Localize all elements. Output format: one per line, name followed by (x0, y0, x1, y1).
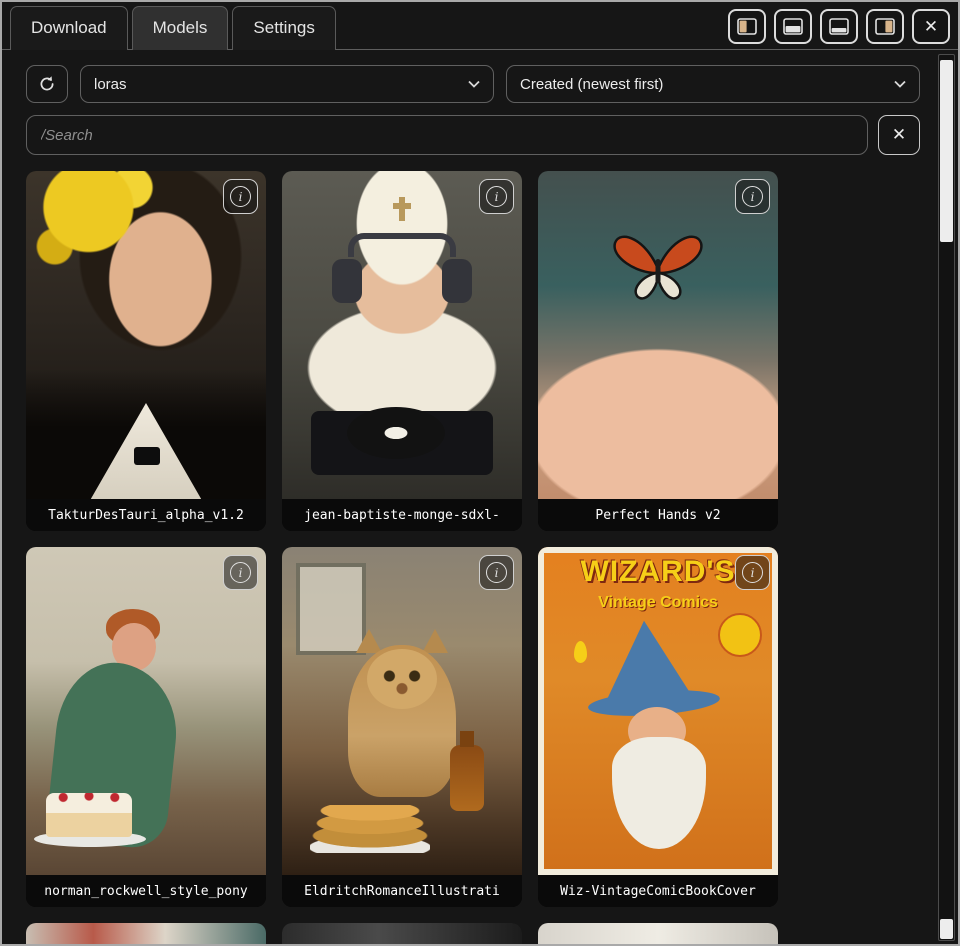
info-button[interactable]: i (735, 179, 770, 214)
model-grid: i TakturDesTauri_alpha_v1.2 i (26, 171, 942, 944)
model-name: norman_rockwell_style_pony (26, 875, 266, 907)
info-icon: i (486, 562, 507, 583)
chevron-down-icon (894, 80, 906, 88)
bow-graphic (134, 447, 160, 465)
model-thumbnail[interactable]: i (26, 547, 266, 875)
match-flame-graphic (574, 641, 587, 663)
model-name: TakturDesTauri_alpha_v1.2 (26, 499, 266, 531)
cat-ear-graphic (422, 629, 448, 653)
model-card[interactable]: WIZARD'S Vintage Comics i Wiz-VintageCom… (538, 547, 778, 907)
cat-ear-graphic (356, 629, 382, 653)
model-type-value: loras (94, 76, 127, 93)
model-card[interactable]: i TakturDesTauri_alpha_v1.2 (26, 171, 266, 531)
tab-bar: Download Models Settings (2, 2, 958, 50)
scrollbar-thumb-bottom[interactable] (940, 919, 953, 939)
scrollbar[interactable] (938, 54, 955, 941)
pancakes-graphic (310, 805, 430, 853)
close-button[interactable]: ✕ (912, 9, 950, 44)
model-name: Perfect Hands v2 (538, 499, 778, 531)
model-thumbnail[interactable]: i (282, 171, 522, 499)
clear-search-button[interactable]: ✕ (878, 115, 920, 155)
close-icon: ✕ (924, 18, 938, 35)
comic-badge-graphic (718, 613, 762, 657)
sort-value: Created (newest first) (520, 76, 663, 93)
chevron-down-icon (468, 80, 480, 88)
headphones-graphic (348, 233, 456, 257)
model-browser-window: Download Models Settings (0, 0, 960, 946)
scrollbar-thumb[interactable] (940, 60, 953, 242)
model-card[interactable]: i Perfect Hands v2 (538, 171, 778, 531)
model-thumbnail[interactable]: i (538, 171, 778, 499)
toolbar: loras Created (newest first) (26, 65, 920, 103)
info-button[interactable]: i (479, 555, 514, 590)
info-button[interactable]: i (223, 555, 258, 590)
dock-bottom-button[interactable] (774, 9, 812, 44)
model-thumbnail[interactable] (282, 923, 522, 944)
info-button[interactable]: i (223, 179, 258, 214)
sort-select[interactable]: Created (newest first) (506, 65, 920, 103)
search-input[interactable] (26, 115, 868, 155)
tab-download[interactable]: Download (10, 6, 128, 50)
models-panel: loras Created (newest first) ✕ (2, 51, 958, 944)
model-type-select[interactable]: loras (80, 65, 494, 103)
info-button[interactable]: i (479, 179, 514, 214)
clear-icon: ✕ (892, 125, 906, 145)
dock-bottom-bar-icon (829, 18, 849, 35)
refresh-icon (37, 74, 57, 94)
model-card[interactable]: i EldritchRomanceIllustrati (282, 547, 522, 907)
model-thumbnail[interactable] (538, 923, 778, 944)
headphones-graphic (442, 259, 472, 303)
dock-left-icon (737, 18, 757, 35)
info-icon: i (230, 186, 251, 207)
dock-bottom-icon (783, 18, 803, 35)
headphones-graphic (332, 259, 362, 303)
cross-graphic (399, 197, 405, 221)
window-controls: ✕ (728, 9, 950, 44)
dock-right-button[interactable] (866, 9, 904, 44)
vinyl-record-graphic (347, 407, 445, 459)
info-icon: i (486, 186, 507, 207)
dock-right-icon (875, 18, 895, 35)
dock-left-button[interactable] (728, 9, 766, 44)
dock-bottom-bar-button[interactable] (820, 9, 858, 44)
model-name: Wiz-VintageComicBookCover (538, 875, 778, 907)
comic-subtitle-text: Vintage Comics (538, 594, 778, 612)
model-card[interactable] (282, 923, 522, 944)
model-thumbnail[interactable]: i (26, 171, 266, 499)
model-thumbnail[interactable]: WIZARD'S Vintage Comics i (538, 547, 778, 875)
model-card[interactable] (26, 923, 266, 944)
info-button[interactable]: i (735, 555, 770, 590)
cross-graphic (393, 203, 411, 209)
cat-face-graphic (367, 649, 437, 709)
model-card[interactable]: i norman_rockwell_style_pony (26, 547, 266, 907)
model-thumbnail[interactable]: i (282, 547, 522, 875)
model-card[interactable]: i jean-baptiste-monge-sdxl- (282, 171, 522, 531)
tab-settings[interactable]: Settings (232, 6, 335, 50)
butterfly-graphic (606, 223, 710, 307)
search-row: ✕ (26, 115, 920, 155)
info-icon: i (230, 562, 251, 583)
syrup-bottle-graphic (450, 745, 484, 811)
cake-graphic (46, 793, 132, 837)
wizard-hat-graphic (598, 617, 689, 701)
refresh-button[interactable] (26, 65, 68, 103)
model-name: jean-baptiste-monge-sdxl- (282, 499, 522, 531)
model-name: EldritchRomanceIllustrati (282, 875, 522, 907)
model-card[interactable] (538, 923, 778, 944)
info-icon: i (742, 562, 763, 583)
tab-models[interactable]: Models (132, 6, 229, 50)
model-thumbnail[interactable] (26, 923, 266, 944)
info-icon: i (742, 186, 763, 207)
